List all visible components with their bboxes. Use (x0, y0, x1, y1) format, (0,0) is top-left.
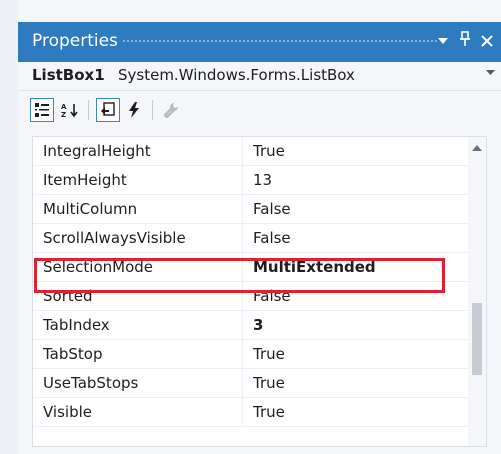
property-value[interactable]: 13 (253, 171, 272, 189)
selectionmode-highlight-box (34, 258, 445, 293)
vertical-scrollbar[interactable] (468, 137, 486, 446)
column-divider (242, 224, 243, 253)
column-divider (242, 195, 243, 224)
property-name: TabIndex (43, 316, 110, 334)
title-bar: Properties (18, 22, 501, 62)
object-selector-dropdown-icon[interactable] (486, 67, 495, 80)
pin-icon[interactable] (455, 27, 475, 57)
property-row-tabstop[interactable]: TabStop True (33, 340, 479, 369)
properties-toolbar: A Z (18, 90, 501, 126)
window-position-dropdown-icon[interactable] (433, 27, 453, 57)
title-drag-grip[interactable] (122, 39, 437, 44)
property-row-multicolumn[interactable]: MultiColumn False (33, 195, 479, 224)
property-name: IntegralHeight (43, 142, 151, 160)
column-divider (242, 137, 243, 166)
property-name: MultiColumn (43, 200, 138, 218)
scrollbar-thumb[interactable] (472, 303, 482, 375)
property-value[interactable]: True (253, 345, 285, 363)
object-type: System.Windows.Forms.ListBox (118, 66, 355, 84)
property-row-itemheight[interactable]: ItemHeight 13 (33, 166, 479, 195)
property-name: TabStop (43, 345, 103, 363)
close-icon[interactable] (477, 27, 497, 57)
alphabetical-icon[interactable]: A Z (58, 98, 82, 122)
toolbar-separator (88, 100, 89, 120)
column-divider (242, 340, 243, 369)
object-selector[interactable]: ListBox1 System.Windows.Forms.ListBox (18, 62, 501, 90)
column-divider (242, 311, 243, 340)
column-divider (242, 398, 243, 427)
property-row-tabindex[interactable]: TabIndex 3 (33, 311, 479, 340)
property-value[interactable]: True (253, 374, 285, 392)
property-name: ScrollAlwaysVisible (43, 229, 186, 247)
svg-text:Z: Z (61, 111, 66, 118)
property-value[interactable]: 3 (253, 316, 263, 334)
scroll-up-icon[interactable] (472, 145, 482, 151)
column-divider (242, 166, 243, 195)
object-name: ListBox1 (32, 66, 105, 84)
panel-title: Properties (32, 31, 118, 51)
property-pages-icon[interactable] (160, 98, 184, 122)
property-name: UseTabStops (43, 374, 139, 392)
svg-text:A: A (61, 103, 67, 111)
property-name: Visible (43, 403, 92, 421)
property-row-usetabstops[interactable]: UseTabStops True (33, 369, 479, 398)
property-row-scrollalwaysvisible[interactable]: ScrollAlwaysVisible False (33, 224, 479, 253)
property-value[interactable]: False (253, 229, 291, 247)
categorized-icon[interactable] (30, 98, 54, 122)
property-name: ItemHeight (43, 171, 127, 189)
property-value[interactable]: True (253, 142, 285, 160)
property-row-integralheight[interactable]: IntegralHeight True (33, 137, 479, 166)
events-icon[interactable] (122, 98, 146, 122)
property-value[interactable]: False (253, 200, 291, 218)
column-divider (242, 369, 243, 398)
property-row-visible[interactable]: Visible True (33, 398, 479, 427)
property-value[interactable]: True (253, 403, 285, 421)
properties-panel: Properties ListBox1 System.Windows.Forms… (18, 0, 501, 454)
toolbar-separator (152, 100, 153, 120)
properties-icon[interactable] (96, 98, 120, 122)
